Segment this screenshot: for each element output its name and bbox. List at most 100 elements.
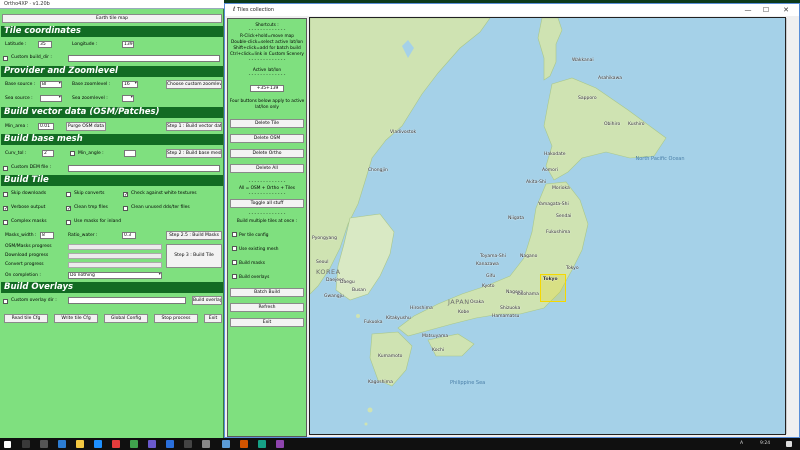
longitude-input[interactable]: 139 <box>122 41 134 48</box>
earth-tile-map-button[interactable]: Earth tile map <box>2 14 222 23</box>
sea-source-select[interactable] <box>40 95 62 102</box>
custom-overlay-dir-input[interactable] <box>68 297 186 304</box>
per-tile-config-option[interactable]: Per tile config <box>232 232 268 239</box>
file-explorer-icon[interactable] <box>76 440 84 448</box>
custom-build-dir-checkbox[interactable] <box>3 56 8 61</box>
step2-build-mesh-button[interactable]: Step 2 : Build base mesh <box>166 149 222 158</box>
custom-dem-input[interactable] <box>68 165 220 172</box>
tiles-exit-button[interactable]: Exit <box>230 318 304 327</box>
verbose-output-checkbox[interactable]: ✓ <box>3 206 8 212</box>
write-tile-cfg-button[interactable]: Write tile Cfg <box>54 314 98 323</box>
batch-build-button[interactable]: Batch Build <box>230 288 304 297</box>
use-existing-mesh-option[interactable]: Use existing mesh <box>232 246 278 253</box>
step25-build-masks-button[interactable]: Step 2.5 : Build Masks <box>166 231 222 240</box>
chrome-app-icon[interactable] <box>130 440 138 448</box>
base-zoomlevel-select[interactable]: 16 <box>122 81 138 88</box>
step3-build-tile-button[interactable]: Step 3 : Build Tile <box>166 244 222 268</box>
build-masks-checkbox[interactable] <box>232 260 237 265</box>
city-label: Sendai <box>556 214 572 219</box>
app-icon[interactable] <box>166 440 174 448</box>
custom-dem-checkbox[interactable] <box>3 166 8 171</box>
app-icon[interactable] <box>184 440 192 448</box>
ie-browser-icon[interactable] <box>58 440 66 448</box>
active-latlon-value[interactable]: +35+139 <box>250 85 284 92</box>
convert-progress-bar <box>68 262 162 268</box>
delete-osm-button[interactable]: Delete OSM <box>230 134 304 143</box>
latitude-input[interactable]: 35 <box>38 41 52 48</box>
delete-ortho-button[interactable]: Delete Ortho <box>230 149 304 158</box>
clean-unused-checkbox[interactable] <box>123 206 128 211</box>
read-tile-cfg-button[interactable]: Read tile Cfg <box>4 314 48 323</box>
notification-icon[interactable] <box>786 441 792 447</box>
min-angle-input[interactable] <box>124 150 136 157</box>
build-overlays-option[interactable]: Build overlays <box>232 274 269 281</box>
tiles-window-title: Tiles collection <box>237 7 275 13</box>
city-label: Kitakyushu <box>386 316 411 321</box>
build-masks-option[interactable]: Build masks <box>232 260 265 267</box>
masks-width-input[interactable]: 8 <box>40 232 54 239</box>
app-icon[interactable] <box>148 440 156 448</box>
check-white-checkbox[interactable]: ✓ <box>123 192 128 198</box>
osm-masks-progress-bar <box>68 244 162 250</box>
search-icon[interactable] <box>22 440 30 448</box>
on-completion-select[interactable]: Do nothing <box>68 272 162 279</box>
custom-build-dir-label: Custom build_dir : <box>11 55 52 60</box>
per-tile-config-checkbox[interactable] <box>232 232 237 237</box>
edge-browser-icon[interactable] <box>94 440 102 448</box>
ime-language-indicator[interactable]: A <box>740 438 743 450</box>
minimize-button[interactable]: — <box>739 4 757 16</box>
choose-custom-zoomlevel-button[interactable]: Choose custom zoomlevel <box>166 80 222 89</box>
task-view-icon[interactable] <box>40 440 48 448</box>
selected-tile-box[interactable]: Tokyo <box>540 274 566 302</box>
city-label: Fukushima <box>546 230 571 235</box>
python-app-icon[interactable] <box>222 440 230 448</box>
base-source-label: Base source : <box>5 82 36 87</box>
app-icon[interactable] <box>202 440 210 448</box>
tiles-window-titlebar: ℓ Tiles collection <box>225 4 799 16</box>
min-angle-checkbox[interactable] <box>70 151 75 156</box>
custom-build-dir-input[interactable] <box>68 55 220 62</box>
base-source-select[interactable]: BI <box>40 81 62 88</box>
skip-downloads-checkbox[interactable] <box>3 192 8 197</box>
main-window-title: Ortho4XP · v1.20b <box>0 0 224 9</box>
map-vertical-scrollbar[interactable] <box>786 18 798 434</box>
curv-tol-input[interactable]: 2 <box>42 150 54 157</box>
app-icon[interactable] <box>276 440 284 448</box>
use-masks-inland-checkbox[interactable] <box>66 220 71 225</box>
taskbar-clock[interactable]: 9:24 <box>760 438 770 450</box>
ratio-water-label: Ratio_water : <box>68 233 98 238</box>
min-area-input[interactable]: 0.01 <box>38 123 54 130</box>
close-button[interactable]: ✕ <box>777 4 795 16</box>
city-label: Sapporo <box>578 96 597 101</box>
city-label: Hakodate <box>544 152 566 157</box>
custom-overlay-dir-checkbox[interactable] <box>3 299 8 304</box>
stop-process-button[interactable]: Stop process <box>154 314 198 323</box>
toggle-all-stuff-button[interactable]: Toggle all stuff <box>230 199 304 208</box>
sea-zoomlevel-select[interactable] <box>122 95 134 102</box>
skip-converts-checkbox[interactable] <box>66 192 71 197</box>
use-existing-mesh-checkbox[interactable] <box>232 246 237 251</box>
maximize-button[interactable]: ☐ <box>757 4 775 16</box>
city-label: Pyongyang <box>312 236 337 241</box>
latitude-label: Latitude : <box>5 42 27 47</box>
windows-start-icon[interactable] <box>4 441 11 448</box>
global-config-button[interactable]: Global Config <box>104 314 148 323</box>
city-label: Wakkanai <box>572 58 594 63</box>
tiles-map[interactable]: Tokyo JAPAN KOREA North Pacific Ocean Ph… <box>310 18 785 434</box>
build-overlays-checkbox[interactable] <box>232 274 237 279</box>
delete-tile-button[interactable]: Delete Tile <box>230 119 304 128</box>
build-overlay-button[interactable]: Build overlay <box>192 296 222 305</box>
app-icon[interactable] <box>258 440 266 448</box>
complex-masks-checkbox[interactable] <box>3 220 8 225</box>
app-icon[interactable] <box>240 440 248 448</box>
step1-build-vector-button[interactable]: Step 1 : Build vector data <box>166 122 222 131</box>
purge-osm-button[interactable]: Purge OSM data <box>66 122 106 131</box>
refresh-button[interactable]: Refresh <box>230 303 304 312</box>
store-app-icon[interactable] <box>112 440 120 448</box>
exit-button[interactable]: Exit <box>204 314 222 323</box>
main-window: Ortho4XP · v1.20b Earth tile map Tile co… <box>0 0 224 438</box>
ratio-water-input[interactable]: 0.3 <box>122 232 136 239</box>
city-label: Hiroshima <box>410 306 433 311</box>
clean-tmp-checkbox[interactable]: ✓ <box>66 206 71 212</box>
delete-all-button[interactable]: Delete All <box>230 164 304 173</box>
